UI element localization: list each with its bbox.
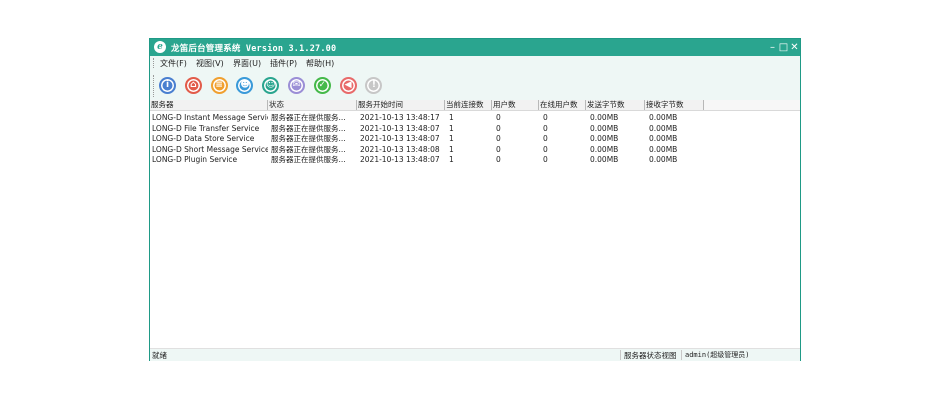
- cell-online-users: 0: [543, 155, 548, 164]
- menu-help[interactable]: 帮助(H): [306, 58, 334, 69]
- cell-users: 0: [496, 123, 501, 133]
- cell-status: 服务器正在提供服务...: [271, 123, 346, 133]
- info-icon[interactable]: !: [365, 77, 383, 94]
- cell-online-users: 0: [543, 123, 548, 133]
- status-ready: 就绪: [152, 351, 167, 360]
- menubar-grip[interactable]: [153, 58, 155, 68]
- column-header-users[interactable]: 用户数: [492, 100, 539, 110]
- cell-start-time: 2021-10-13 13:48:07: [360, 123, 440, 133]
- cell-bytes-received: 0.00MB: [649, 155, 678, 164]
- message-icon[interactable]: ✉: [288, 77, 305, 94]
- cell-bytes-sent: 0.00MB: [590, 113, 619, 122]
- column-header-server[interactable]: 服务器: [150, 100, 268, 110]
- status-divider: [681, 350, 682, 360]
- column-header-status[interactable]: 状态: [268, 100, 357, 110]
- column-header-online-users[interactable]: 在线用户数: [539, 100, 586, 110]
- menu-plugins[interactable]: 插件(P): [270, 58, 297, 69]
- toolbar: i ⌂ ≡ ☻ ☺ ✉ ✓ ◀!: [150, 70, 800, 102]
- cell-online-users: 0: [543, 134, 548, 143]
- cell-users: 0: [496, 155, 501, 164]
- home-icon[interactable]: ⌂: [184, 77, 202, 94]
- menu-file[interactable]: 文件(F): [160, 58, 187, 69]
- column-header-connections[interactable]: 当前连接数: [445, 100, 492, 110]
- column-header-bytes-received[interactable]: 接收字节数: [645, 100, 704, 110]
- close-button[interactable]: ✕: [789, 40, 800, 55]
- cell-online-users: 0: [543, 113, 548, 122]
- cell-start-time: 2021-10-13 13:48:07: [360, 155, 440, 164]
- table-row[interactable]: LONG-D Short Message Service 服务器正在提供服务..…: [150, 145, 800, 156]
- menu-view[interactable]: 视图(V): [196, 58, 224, 69]
- server-table: LONG-D Instant Message Service 服务器正在提供服务…: [150, 113, 800, 349]
- cell-server: LONG-D File Transfer Service: [152, 123, 260, 133]
- table-row[interactable]: LONG-D Plugin Service 服务器正在提供服务... 2021-…: [150, 155, 800, 166]
- title-bar[interactable]: e 龙笛后台管理系统 Version 3.1.27.00 – □ ✕: [150, 39, 800, 56]
- table-row[interactable]: LONG-D Data Store Service 服务器正在提供服务... 2…: [150, 134, 800, 145]
- table-row[interactable]: LONG-D File Transfer Service 服务器正在提供服务..…: [150, 124, 800, 135]
- cell-server: LONG-D Data Store Service: [152, 134, 255, 143]
- app-logo-icon: e: [154, 41, 166, 53]
- cell-bytes-received: 0.00MB: [649, 134, 678, 143]
- user-info-icon[interactable]: i: [159, 77, 176, 94]
- cell-bytes-sent: 0.00MB: [590, 134, 619, 143]
- cell-start-time: 2021-10-13 13:48:07: [360, 134, 440, 143]
- column-header-bytes-sent[interactable]: 发送字节数: [586, 100, 645, 110]
- cell-server: LONG-D Short Message Service: [152, 144, 268, 154]
- cell-status: 服务器正在提供服务...: [271, 113, 346, 122]
- cell-connections: 1: [449, 134, 454, 143]
- list-icon[interactable]: ≡: [210, 77, 228, 94]
- cell-online-users: 0: [543, 144, 548, 154]
- cell-users: 0: [496, 113, 501, 122]
- cell-bytes-sent: 0.00MB: [590, 144, 619, 154]
- cell-server: LONG-D Plugin Service: [152, 155, 238, 164]
- table-header: 服务器 状态 服务开始时间 当前连接数 用户数 在线用户数 发送字节数 接收字节…: [150, 100, 800, 111]
- cell-status: 服务器正在提供服务...: [271, 144, 346, 154]
- menu-bar: 文件(F) 视图(V) 界面(U) 插件(P) 帮助(H): [150, 56, 800, 70]
- status-divider: [620, 350, 621, 360]
- window-title: 龙笛后台管理系统 Version 3.1.27.00: [171, 44, 337, 54]
- speaker-icon[interactable]: ◀: [339, 77, 357, 94]
- maximize-button[interactable]: □: [778, 40, 789, 55]
- status-bar: 就绪 服务器状态视图 admin(超级管理员): [150, 348, 800, 361]
- shield-check-icon[interactable]: ✓: [313, 77, 331, 94]
- cell-bytes-received: 0.00MB: [649, 144, 678, 154]
- cell-connections: 1: [449, 123, 454, 133]
- column-header-start-time[interactable]: 服务开始时间: [357, 100, 445, 110]
- cell-bytes-received: 0.00MB: [649, 113, 678, 122]
- cell-server: LONG-D Instant Message Service: [152, 113, 268, 122]
- table-row[interactable]: LONG-D Instant Message Service 服务器正在提供服务…: [150, 113, 800, 124]
- cell-connections: 1: [449, 155, 454, 164]
- cell-status: 服务器正在提供服务...: [271, 134, 346, 143]
- cell-users: 0: [496, 134, 501, 143]
- cell-start-time: 2021-10-13 13:48:17: [360, 113, 440, 122]
- menu-interface[interactable]: 界面(U): [233, 58, 261, 69]
- cell-bytes-sent: 0.00MB: [590, 155, 619, 164]
- cell-status: 服务器正在提供服务...: [271, 155, 346, 164]
- toolbar-grip[interactable]: [153, 75, 155, 97]
- status-view: 服务器状态视图: [624, 351, 677, 360]
- main-window: e 龙笛后台管理系统 Version 3.1.27.00 – □ ✕ 文件(F)…: [149, 38, 801, 361]
- org-icon[interactable]: ☺: [262, 77, 280, 94]
- status-user: admin(超级管理员): [685, 351, 750, 359]
- cell-bytes-received: 0.00MB: [649, 123, 678, 133]
- cell-users: 0: [496, 144, 501, 154]
- cell-connections: 1: [449, 144, 454, 154]
- minimize-button[interactable]: –: [767, 40, 778, 55]
- cell-bytes-sent: 0.00MB: [590, 123, 619, 133]
- cell-start-time: 2021-10-13 13:48:08: [360, 144, 440, 154]
- contact-icon[interactable]: ☻: [236, 77, 254, 94]
- cell-connections: 1: [449, 113, 454, 122]
